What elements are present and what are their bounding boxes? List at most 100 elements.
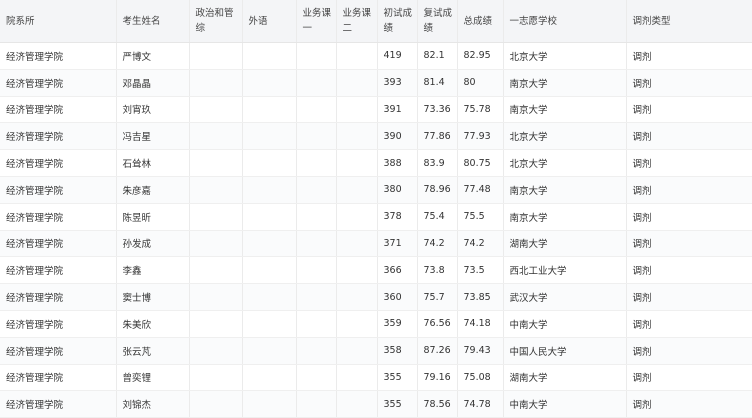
cell-dept: 经济管理学院	[0, 176, 117, 204]
cell-total: 74.78	[457, 390, 504, 418]
cell-course1	[296, 256, 337, 285]
table-row: 经济管理学院 邓晶晶 393 81.4 80 南京大学 调剂	[0, 69, 752, 97]
cell-school: 西北工业大学	[503, 256, 627, 285]
cell-initial: 388	[377, 149, 418, 177]
cell-name: 严博文	[116, 42, 190, 70]
cell-dept: 经济管理学院	[0, 364, 117, 392]
table-row: 经济管理学院 曾奕锂 355 79.16 75.08 湖南大学 调剂	[0, 364, 752, 392]
cell-name: 朱美欣	[116, 310, 190, 338]
cell-course2	[336, 176, 378, 204]
cell-type: 调剂	[626, 149, 752, 177]
cell-course1	[296, 390, 337, 418]
cell-course2	[336, 96, 378, 124]
cell-name: 李鑫	[116, 256, 190, 285]
cell-foreign	[242, 176, 297, 204]
table-row: 经济管理学院 刘锦杰 355 78.56 74.78 中南大学 调剂	[0, 390, 752, 418]
cell-retest: 87.26	[417, 337, 458, 365]
cell-name: 朱彦嘉	[116, 176, 190, 204]
cell-total: 75.78	[457, 96, 504, 124]
column-header-total: 总成绩	[457, 0, 504, 43]
cell-course1	[296, 283, 337, 311]
cell-school: 湖南大学	[503, 364, 627, 392]
cell-name: 刘宵玖	[116, 96, 190, 124]
cell-retest: 83.9	[417, 149, 458, 177]
table-row: 经济管理学院 窦士博 360 75.7 73.85 武汉大学 调剂	[0, 283, 752, 311]
cell-initial: 360	[377, 283, 418, 311]
cell-foreign	[242, 96, 297, 124]
cell-total: 75.08	[457, 364, 504, 392]
cell-dept: 经济管理学院	[0, 96, 117, 124]
cell-initial: 391	[377, 96, 418, 124]
cell-course1	[296, 149, 337, 177]
cell-retest: 79.16	[417, 364, 458, 392]
cell-course2	[336, 283, 378, 311]
cell-course1	[296, 230, 337, 258]
cell-name: 孙发成	[116, 230, 190, 258]
table-row: 经济管理学院 李鑫 366 73.8 73.5 西北工业大学 调剂	[0, 256, 752, 285]
cell-course1	[296, 96, 337, 124]
cell-course1	[296, 42, 337, 70]
cell-school: 南京大学	[503, 69, 627, 97]
cell-foreign	[242, 390, 297, 418]
cell-retest: 76.56	[417, 310, 458, 338]
cell-initial: 371	[377, 230, 418, 258]
column-header-name: 考生姓名	[116, 0, 190, 43]
cell-dept: 经济管理学院	[0, 390, 117, 418]
cell-type: 调剂	[626, 390, 752, 418]
table-row: 经济管理学院 陈昱昕 378 75.4 75.5 南京大学 调剂	[0, 203, 752, 231]
cell-type: 调剂	[626, 230, 752, 258]
cell-school: 中南大学	[503, 390, 627, 418]
cell-course2	[336, 337, 378, 365]
cell-school: 中南大学	[503, 310, 627, 338]
cell-dept: 经济管理学院	[0, 283, 117, 311]
table-row: 经济管理学院 张云芃 358 87.26 79.43 中国人民大学 调剂	[0, 337, 752, 365]
cell-school: 湖南大学	[503, 230, 627, 258]
cell-politics	[189, 176, 243, 204]
cell-politics	[189, 337, 243, 365]
cell-type: 调剂	[626, 176, 752, 204]
cell-initial: 393	[377, 69, 418, 97]
cell-initial: 355	[377, 390, 418, 418]
cell-retest: 81.4	[417, 69, 458, 97]
cell-retest: 75.7	[417, 283, 458, 311]
cell-politics	[189, 42, 243, 70]
cell-politics	[189, 283, 243, 311]
cell-type: 调剂	[626, 122, 752, 151]
cell-politics	[189, 230, 243, 258]
column-header-type: 调剂类型	[626, 0, 752, 43]
cell-initial: 359	[377, 310, 418, 338]
cell-total: 73.85	[457, 283, 504, 311]
cell-foreign	[242, 337, 297, 365]
cell-initial: 366	[377, 256, 418, 285]
cell-initial: 378	[377, 203, 418, 231]
cell-course2	[336, 42, 378, 70]
cell-school: 北京大学	[503, 149, 627, 177]
column-header-politics: 政治和管综	[189, 0, 243, 43]
cell-politics	[189, 390, 243, 418]
table-header-row: 院系所 考生姓名 政治和管综 外语 业务课一 业务课二 初试成绩 复试成绩 总成绩 一志愿学校 调剂…	[0, 0, 752, 43]
cell-name: 冯吉星	[116, 122, 190, 151]
cell-dept: 经济管理学院	[0, 230, 117, 258]
cell-foreign	[242, 69, 297, 97]
cell-total: 75.5	[457, 203, 504, 231]
cell-foreign	[242, 310, 297, 338]
cell-type: 调剂	[626, 203, 752, 231]
cell-name: 刘锦杰	[116, 390, 190, 418]
cell-course1	[296, 69, 337, 97]
cell-politics	[189, 122, 243, 151]
cell-type: 调剂	[626, 256, 752, 285]
cell-initial: 358	[377, 337, 418, 365]
cell-name: 窦士博	[116, 283, 190, 311]
cell-school: 南京大学	[503, 96, 627, 124]
cell-retest: 82.1	[417, 42, 458, 70]
cell-school: 北京大学	[503, 42, 627, 70]
cell-foreign	[242, 230, 297, 258]
cell-course1	[296, 203, 337, 231]
cell-total: 80	[457, 69, 504, 97]
cell-politics	[189, 149, 243, 177]
column-header-course2: 业务课二	[336, 0, 378, 43]
cell-retest: 74.2	[417, 230, 458, 258]
cell-name: 曾奕锂	[116, 364, 190, 392]
cell-initial: 355	[377, 364, 418, 392]
cell-course2	[336, 310, 378, 338]
